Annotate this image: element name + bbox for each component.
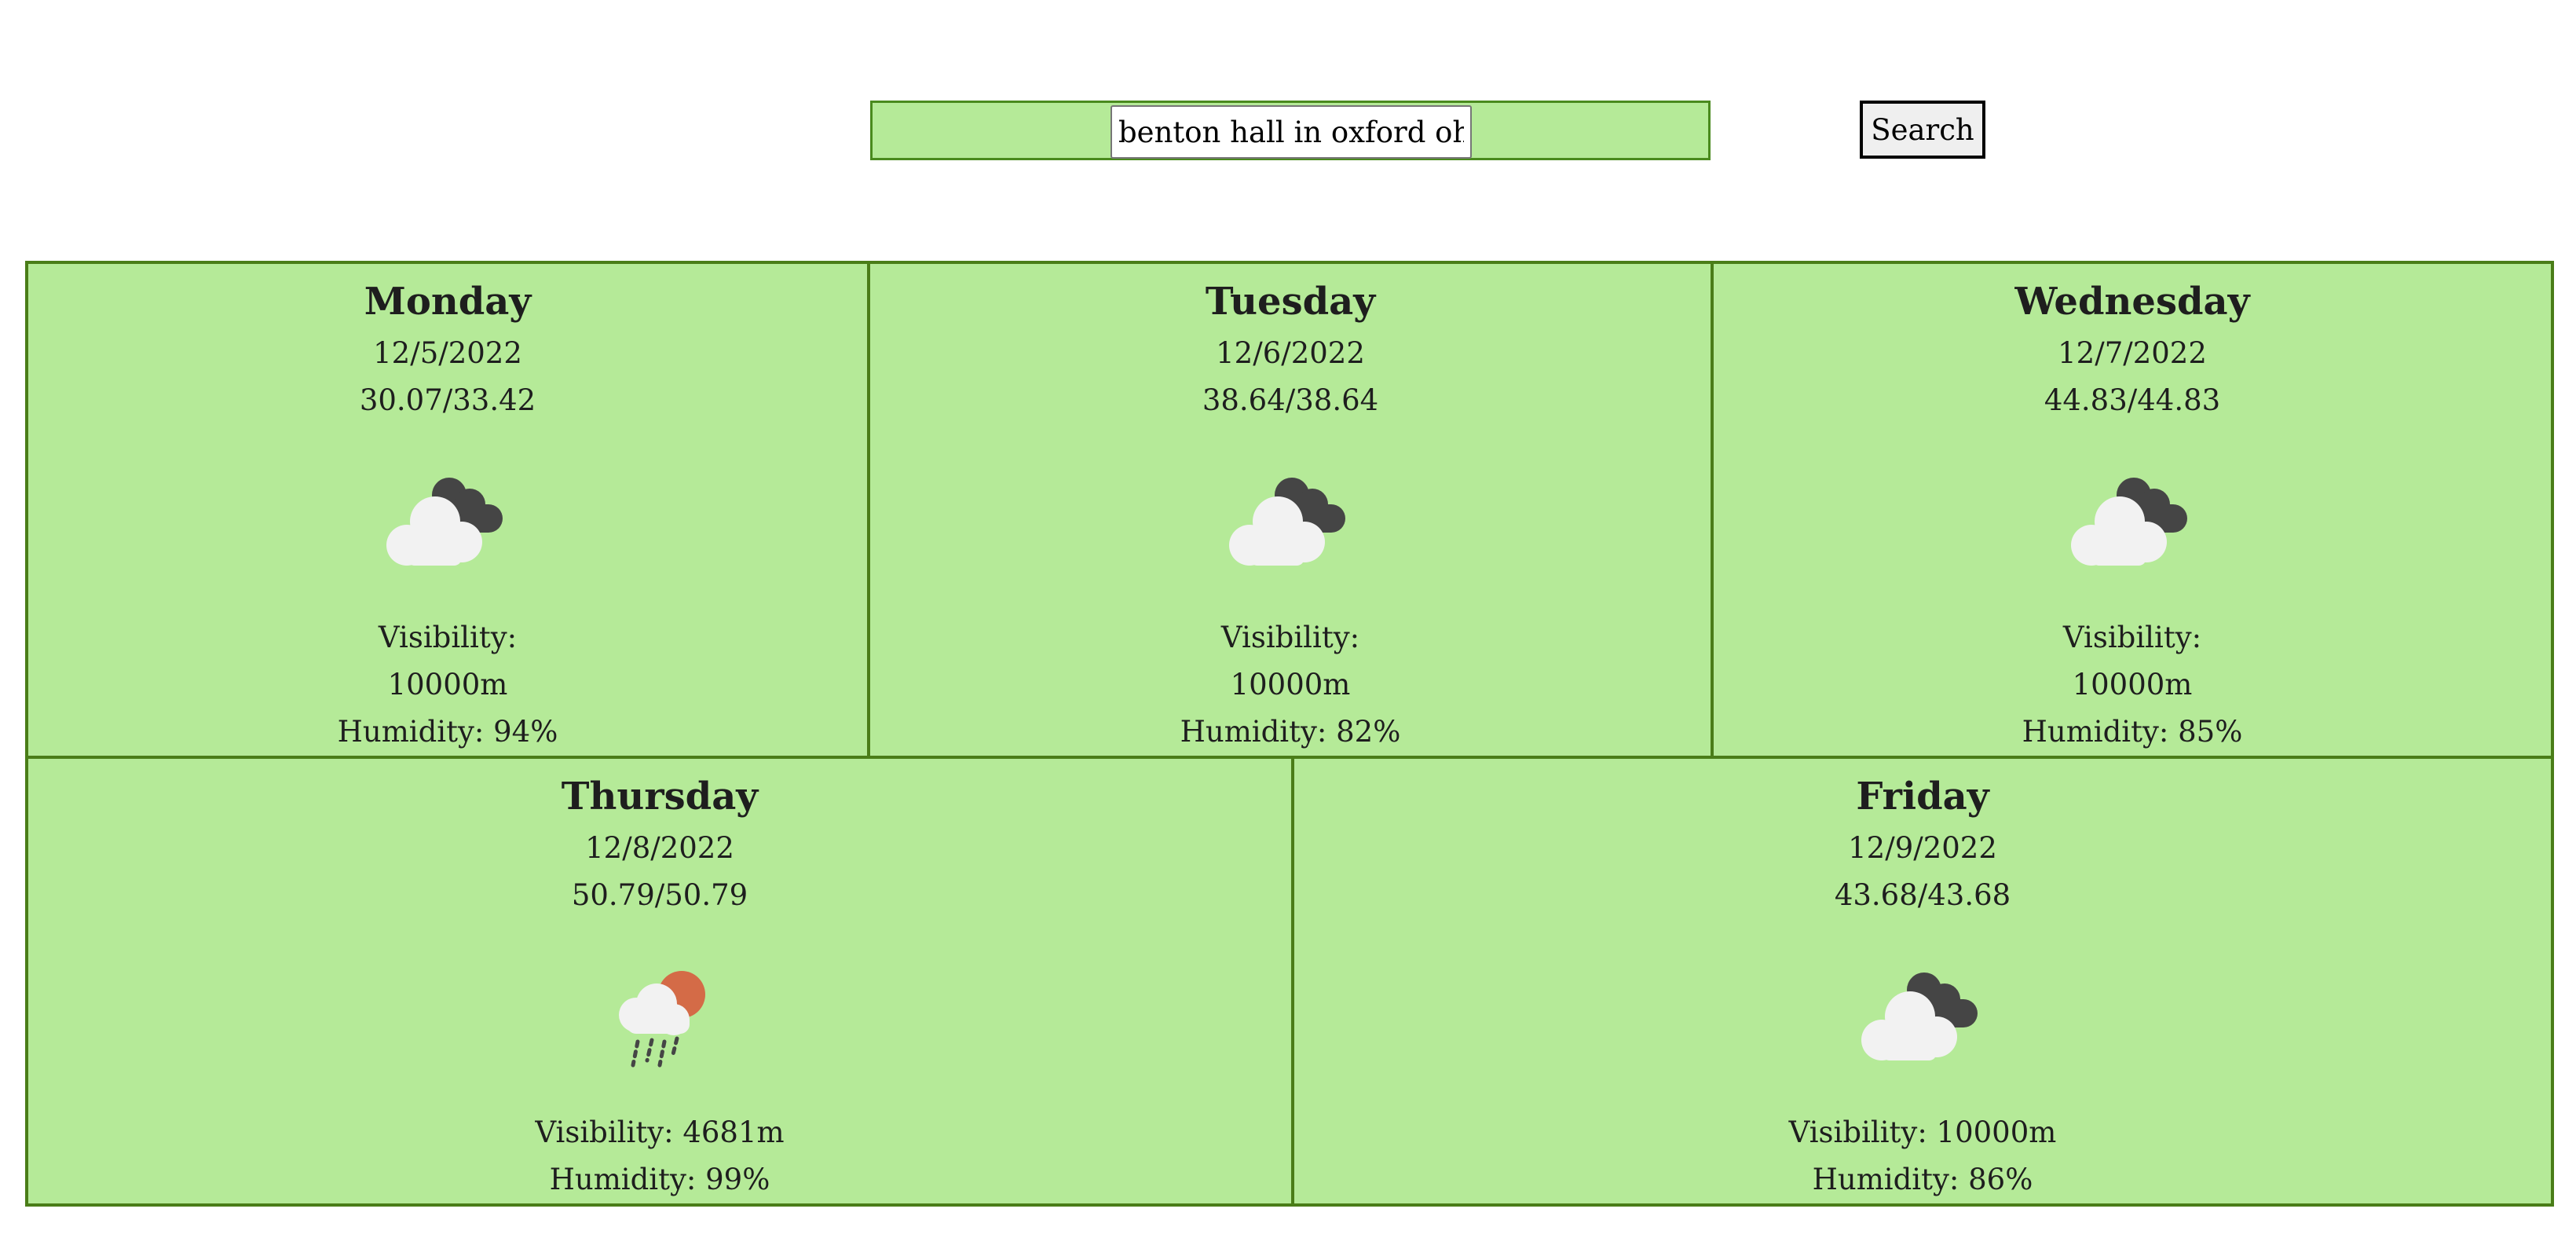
forecast-card-monday: Monday 12/5/2022 30.07/33.42 Visibility:… bbox=[25, 261, 870, 759]
rain-sun-icon bbox=[589, 955, 730, 1073]
visibility-value: 10000m bbox=[2072, 668, 2193, 701]
search-input[interactable] bbox=[1111, 105, 1472, 159]
visibility: Visibility: 4681m bbox=[535, 1115, 785, 1149]
humidity: Humidity: 85% bbox=[2022, 715, 2243, 749]
visibility-value: 10000m bbox=[387, 668, 508, 701]
day-name: Tuesday bbox=[1205, 280, 1376, 324]
forecast-date: 12/5/2022 bbox=[373, 336, 522, 370]
day-name: Thursday bbox=[561, 775, 759, 819]
cloudy-icon bbox=[377, 460, 518, 578]
visibility-label: Visibility: bbox=[2062, 621, 2202, 654]
day-name: Monday bbox=[364, 280, 532, 324]
temperature-range: 44.83/44.83 bbox=[2044, 383, 2221, 417]
visibility-value: 10000m bbox=[1230, 668, 1351, 701]
forecast-date: 12/8/2022 bbox=[585, 831, 734, 865]
temperature-range: 50.79/50.79 bbox=[571, 878, 748, 912]
temperature-range: 38.64/38.64 bbox=[1202, 383, 1379, 417]
temperature-range: 43.68/43.68 bbox=[1834, 878, 2011, 912]
humidity: Humidity: 82% bbox=[1180, 715, 1401, 749]
visibility-label: Visibility: bbox=[378, 621, 518, 654]
cloudy-icon bbox=[2062, 460, 2203, 578]
forecast-date: 12/7/2022 bbox=[2058, 336, 2207, 370]
search-button[interactable]: Search bbox=[1860, 101, 1985, 159]
day-name: Wednesday bbox=[2014, 280, 2250, 324]
cloudy-icon bbox=[1220, 460, 1361, 578]
humidity: Humidity: 99% bbox=[549, 1163, 770, 1196]
forecast-card-friday: Friday 12/9/2022 43.68/43.68 Visibility:… bbox=[1291, 756, 2554, 1207]
forecast-card-wednesday: Wednesday 12/7/2022 44.83/44.83 Visibili… bbox=[1711, 261, 2554, 759]
visibility-label: Visibility: bbox=[1220, 621, 1360, 654]
humidity: Humidity: 86% bbox=[1812, 1163, 2033, 1196]
temperature-range: 30.07/33.42 bbox=[359, 383, 536, 417]
forecast-card-thursday: Thursday 12/8/2022 50.79/50.79 Visibilit… bbox=[25, 756, 1294, 1207]
day-name: Friday bbox=[1856, 775, 1989, 819]
visibility: Visibility: 10000m bbox=[1788, 1115, 2057, 1149]
humidity: Humidity: 94% bbox=[337, 715, 558, 749]
forecast-date: 12/9/2022 bbox=[1848, 831, 1997, 865]
cloudy-icon bbox=[1852, 955, 1993, 1073]
forecast-date: 12/6/2022 bbox=[1216, 336, 1365, 370]
forecast-card-tuesday: Tuesday 12/6/2022 38.64/38.64 Visibility… bbox=[867, 261, 1714, 759]
